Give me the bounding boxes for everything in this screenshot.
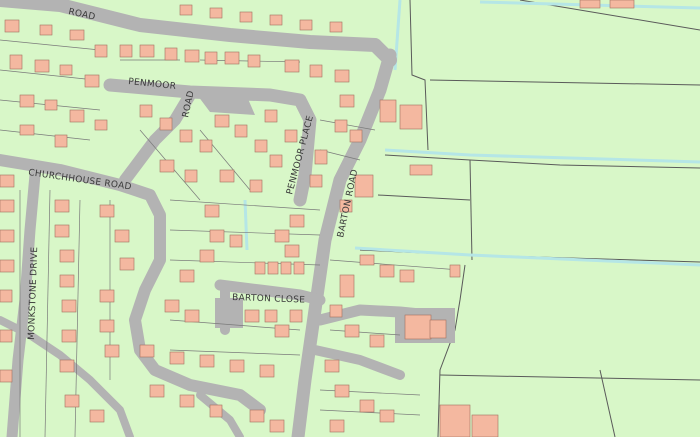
penmoor-junction: [195, 92, 255, 115]
map-view[interactable]: ROAD PENMOOR ROAD CHURCHHOUSE ROAD MONKS…: [0, 0, 700, 437]
field-boundaries: [359, 0, 700, 437]
buildings: [0, 0, 635, 437]
label-monkstone-drive: MONKSTONE DRIVE: [27, 247, 40, 341]
map-canvas[interactable]: ROAD PENMOOR ROAD CHURCHHOUSE ROAD MONKS…: [0, 0, 700, 437]
